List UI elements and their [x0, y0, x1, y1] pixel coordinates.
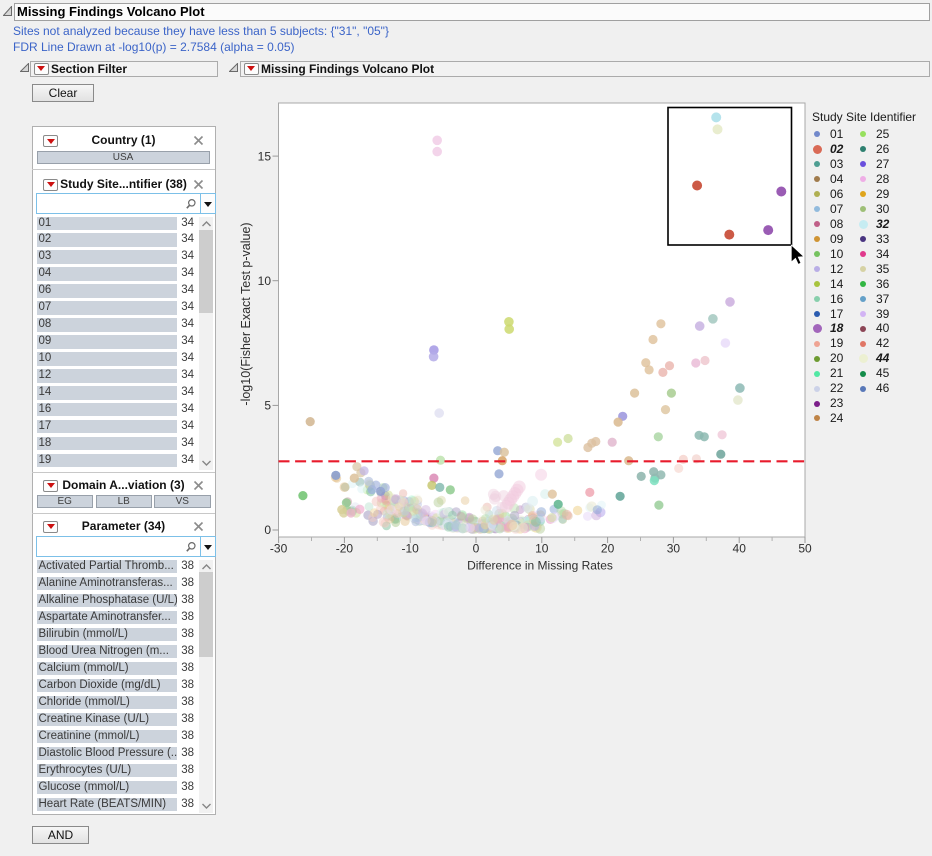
svg-text:5: 5 — [264, 399, 271, 413]
svg-text:10: 10 — [535, 542, 549, 556]
svg-text:0: 0 — [264, 523, 271, 537]
svg-text:-30: -30 — [270, 542, 288, 556]
svg-text:40: 40 — [733, 542, 747, 556]
svg-text:-20: -20 — [336, 542, 354, 556]
svg-text:10: 10 — [258, 274, 272, 288]
svg-text:-log10(Fisher Exact Test p-val: -log10(Fisher Exact Test p-value) — [240, 222, 253, 405]
svg-text:30: 30 — [667, 542, 681, 556]
svg-text:50: 50 — [798, 542, 812, 556]
svg-text:15: 15 — [258, 149, 272, 163]
svg-text:-10: -10 — [402, 542, 420, 556]
svg-text:Difference in Missing Rates: Difference in Missing Rates — [467, 559, 613, 573]
svg-text:0: 0 — [473, 542, 480, 556]
svg-text:20: 20 — [601, 542, 615, 556]
